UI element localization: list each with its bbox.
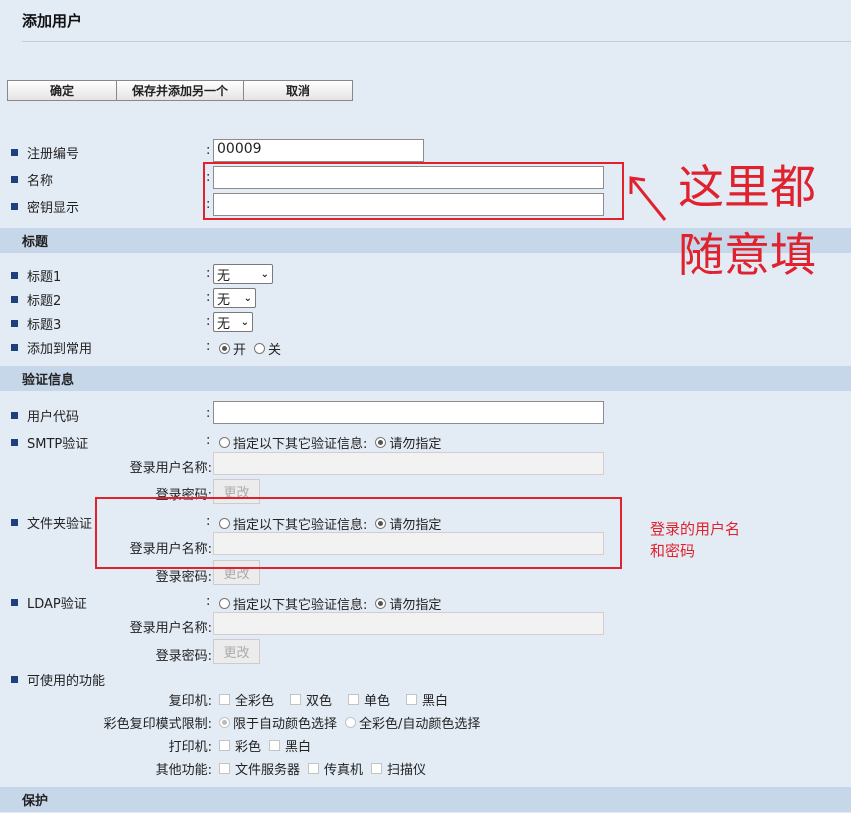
bullet-icon [11,176,18,183]
document-server-checkbox[interactable] [219,763,230,774]
printer-bw-checkbox[interactable] [269,740,281,751]
ldap-login-name-field[interactable] [213,612,604,635]
scanner-checkbox[interactable] [371,763,383,774]
other-functions-label: 其他功能: [155,763,212,778]
ldap-radio-group: 指定以下其它验证信息: 请勿指定 [219,594,441,613]
annotation-box-folder-auth [95,497,622,569]
smtp-specify-radio[interactable] [219,437,230,448]
smtp-none-radio[interactable] [375,437,387,448]
reg-no-label: 注册编号 [11,143,79,162]
copier-fullcolor-checkbox[interactable] [219,694,230,705]
copier-bw-checkbox[interactable] [406,694,418,705]
page-title: 添加用户 [22,12,83,30]
key-display-label: 密钥显示 [11,197,79,216]
save-and-add-button[interactable]: 保存并添加另一个 [116,80,244,101]
title3-label: 标题3 [11,314,61,333]
cancel-button[interactable]: 取消 [243,80,353,101]
chevron-down-icon: ⌄ [240,316,249,328]
ok-button[interactable]: 确定 [7,80,117,101]
annotation-big-line2: 随意填 [678,228,816,282]
printer-label: 打印机: [168,740,212,755]
bullet-icon [11,149,18,156]
add-to-favorites-label: 添加到常用 [11,338,92,357]
smtp-login-name-field[interactable] [213,452,604,475]
bullet-icon [11,203,18,210]
printer-color-checkbox[interactable] [219,740,230,751]
bullet-icon [11,296,18,303]
other-functions-options: 文件服务器 传真机 扫描仪 [219,759,426,778]
annotation-arrow-icon [629,176,667,221]
bullet-icon [11,519,18,526]
available-functions-label: 可使用的功能 [11,670,105,689]
user-code-field[interactable] [213,401,604,424]
name-label: 名称 [11,170,53,189]
title-divider [22,41,851,42]
chevron-down-icon: ⌄ [260,268,269,280]
toolbar: 确定 保存并添加另一个 取消 [7,80,353,101]
bullet-icon [11,272,18,279]
smtp-radio-group: 指定以下其它验证信息: 请勿指定 [219,433,441,452]
user-code-label: 用户代码 [11,406,79,425]
title1-label: 标题1 [11,266,61,285]
favorites-radio-group: 开 关 [219,339,281,358]
folder-auth-label: 文件夹验证 [11,513,92,532]
copier-twocolor-checkbox[interactable] [290,694,302,705]
ldap-change-button[interactable]: 更改 [213,639,260,664]
ldap-specify-radio[interactable] [219,598,230,609]
fav-on-radio[interactable] [219,343,230,354]
bullet-icon [11,344,18,351]
bullet-icon [11,439,18,446]
chevron-down-icon: ⌄ [243,292,252,304]
copier-singlecolor-checkbox[interactable] [348,694,360,705]
annotation-small-line2: 和密码 [650,542,696,560]
ldap-auth-label: LDAP验证 [11,593,87,612]
ldap-login-password-label: 登录密码: [155,649,212,664]
copier-label: 复印机: [168,694,212,709]
bullet-icon [11,412,18,419]
title1-select[interactable]: 无 ⌄ [213,264,273,284]
annotation-big-line1: 这里都 [678,160,816,214]
fax-checkbox[interactable] [308,763,320,774]
fav-off-radio[interactable] [254,343,266,354]
color-limit-full-radio[interactable] [345,717,357,728]
title2-select[interactable]: 无 ⌄ [213,288,256,308]
ldap-none-radio[interactable] [375,598,387,609]
section-protect: 保护 [0,787,851,812]
bullet-icon [11,599,18,606]
printer-options: 彩色 黑白 [219,736,311,755]
reg-no-field[interactable]: 00009 [213,139,424,162]
bullet-icon [11,676,18,683]
copier-options: 全彩色 双色 单色 黑白 [219,690,448,709]
section-auth: 验证信息 [0,366,851,391]
annotation-small-line1: 登录的用户名 [650,520,741,538]
ldap-login-name-label: 登录用户名称: [129,621,212,636]
color-limit-auto-radio[interactable] [219,717,230,728]
bullet-icon [11,320,18,327]
smtp-auth-label: SMTP验证 [11,433,88,452]
title3-select[interactable]: 无 ⌄ [213,312,253,332]
color-copy-limit-label: 彩色复印模式限制: [103,717,212,732]
annotation-box-name-fields [203,162,624,220]
arrow-shaft [630,178,667,221]
title2-label: 标题2 [11,290,61,309]
color-copy-limit-options: 限于自动颜色选择 全彩色/自动颜色选择 [219,713,480,732]
smtp-login-name-label: 登录用户名称: [129,461,212,476]
